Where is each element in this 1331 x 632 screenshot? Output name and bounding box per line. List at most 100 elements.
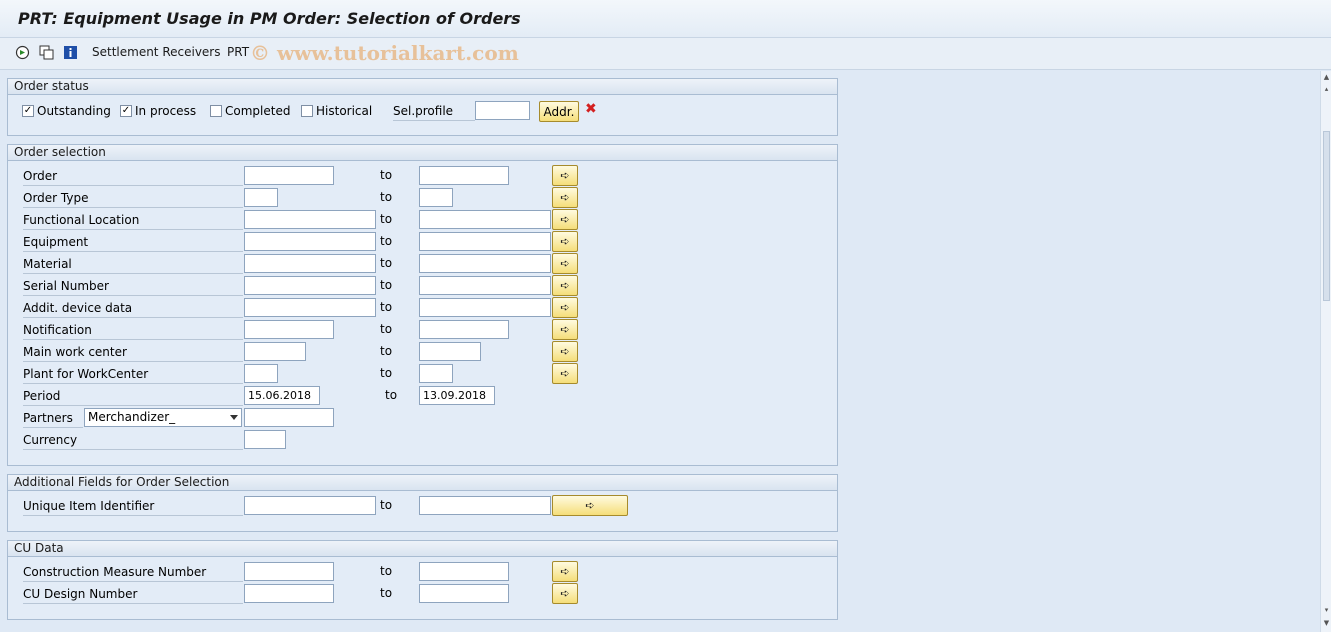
serial-number-to-input[interactable] [419,276,551,295]
order-from-input[interactable] [244,166,334,185]
prt-button[interactable]: PRT [227,45,249,59]
multiple-selection-button[interactable]: ➪ [552,187,578,208]
order-label: Order [23,168,243,186]
order-type-label: Order Type [23,190,243,208]
cu-design-number-to-input[interactable] [419,584,509,603]
multiple-selection-button[interactable]: ➪ [552,253,578,274]
scroll-up-icon[interactable]: ▲ [1322,73,1331,82]
multiple-selection-button[interactable]: ➪ [552,583,578,604]
equipment-label: Equipment [23,234,243,252]
main-work-center-from-input[interactable] [244,342,306,361]
plant-for-workcenter-from-input[interactable] [244,364,278,383]
unique-item-identifier-from-input[interactable] [244,496,376,515]
in-process-checkbox[interactable]: ✓ In process [120,103,196,119]
addit-device-data-row: Addit. device data to ➪ [8,297,837,318]
historical-checkbox[interactable]: Historical [301,103,372,119]
equipment-from-input[interactable] [244,232,376,251]
main-content: Order status ✓ Outstanding ✓ In process … [0,71,1320,632]
unique-item-identifier-to-input[interactable] [419,496,551,515]
equipment-to-input[interactable] [419,232,551,251]
application-toolbar: Settlement Receivers PRT © www.tutorialk… [0,38,1331,70]
addit-device-data-from-input[interactable] [244,298,376,317]
to-label: to [380,564,393,578]
scroll-down-icon[interactable]: ▼ [1322,619,1331,628]
partners-input[interactable] [244,408,334,427]
plant-for-workcenter-to-input[interactable] [419,364,453,383]
order-status-title: Order status [8,79,837,95]
multiple-selection-button[interactable]: ➪ [552,165,578,186]
checkbox-mark [301,105,313,117]
notification-label: Notification [23,322,243,340]
notification-row: Notification to ➪ [8,319,837,340]
outstanding-checkbox[interactable]: ✓ Outstanding [22,103,111,119]
historical-label: Historical [316,104,373,118]
main-work-center-to-input[interactable] [419,342,481,361]
arrow-right-icon: ➪ [560,279,570,292]
material-to-input[interactable] [419,254,551,273]
watermark: © www.tutorialkart.com [250,41,519,65]
unique-item-identifier-label: Unique Item Identifier [23,498,243,516]
to-label: to [380,168,393,182]
cu-design-number-label: CU Design Number [23,586,243,604]
page-title: PRT: Equipment Usage in PM Order: Select… [18,9,521,28]
multiple-selection-button[interactable]: ➪ [552,209,578,230]
multiple-selection-button[interactable]: ➪ [552,561,578,582]
functional-location-to-input[interactable] [419,210,551,229]
completed-checkbox[interactable]: Completed [210,103,290,119]
notification-from-input[interactable] [244,320,334,339]
multiple-selection-button[interactable]: ➪ [552,297,578,318]
multiple-selection-button[interactable]: ➪ [552,495,628,516]
period-to-input[interactable]: 13.09.2018 [419,386,495,405]
sel-profile-input[interactable] [475,101,530,120]
construction-measure-number-row: Construction Measure Number to ➪ [8,561,837,582]
addit-device-data-to-input[interactable] [419,298,551,317]
additional-fields-group: Additional Fields for Order Selection Un… [7,474,838,532]
currency-row: Currency [8,430,837,450]
to-label: to [380,366,393,380]
equipment-row: Equipment to ➪ [8,231,837,252]
order-type-to-input[interactable] [419,188,453,207]
functional-location-row: Functional Location to ➪ [8,209,837,230]
cu-data-title: CU Data [8,541,837,557]
multiple-selection-button[interactable]: ➪ [552,275,578,296]
construction-measure-number-from-input[interactable] [244,562,334,581]
scrollbar-thumb[interactable] [1323,131,1330,301]
arrow-right-icon: ➪ [560,257,570,270]
partners-dropdown-value: Merchandizer_ [88,410,176,424]
vertical-scrollbar[interactable]: ▲ ▴ ▾ ▼ [1320,71,1331,632]
currency-input[interactable] [244,430,286,449]
scroll-up-icon[interactable]: ▴ [1322,85,1331,94]
notification-to-input[interactable] [419,320,509,339]
scroll-down-icon[interactable]: ▾ [1322,606,1331,615]
order-status-row: ✓ Outstanding ✓ In process Completed His… [8,101,837,123]
multiple-selection-button[interactable]: ➪ [552,319,578,340]
construction-measure-number-to-input[interactable] [419,562,509,581]
functional-location-label: Functional Location [23,212,243,230]
multiple-selection-button[interactable]: ➪ [552,341,578,362]
info-icon[interactable] [62,44,78,60]
delete-icon[interactable]: ✖ [585,101,597,117]
cu-design-number-from-input[interactable] [244,584,334,603]
serial-number-row: Serial Number to ➪ [8,275,837,296]
chevron-down-icon[interactable] [230,415,238,420]
functional-location-from-input[interactable] [244,210,376,229]
execute-icon[interactable] [14,44,30,60]
serial-number-from-input[interactable] [244,276,376,295]
order-type-from-input[interactable] [244,188,278,207]
in-process-label: In process [135,104,197,118]
to-label: to [380,586,393,600]
cu-data-group: CU Data Construction Measure Number to ➪… [7,540,838,620]
partners-dropdown[interactable]: Merchandizer_ [84,408,242,427]
copy-icon[interactable] [38,44,54,60]
multiple-selection-button[interactable]: ➪ [552,231,578,252]
order-selection-title: Order selection [8,145,837,161]
arrow-right-icon: ➪ [560,587,570,600]
checkbox-mark: ✓ [22,105,34,117]
multiple-selection-button[interactable]: ➪ [552,363,578,384]
material-from-input[interactable] [244,254,376,273]
addr-button[interactable]: Addr. [539,101,579,122]
to-label: to [380,322,393,336]
settlement-receivers-button[interactable]: Settlement Receivers [92,45,221,59]
period-from-input[interactable]: 15.06.2018 [244,386,320,405]
order-to-input[interactable] [419,166,509,185]
